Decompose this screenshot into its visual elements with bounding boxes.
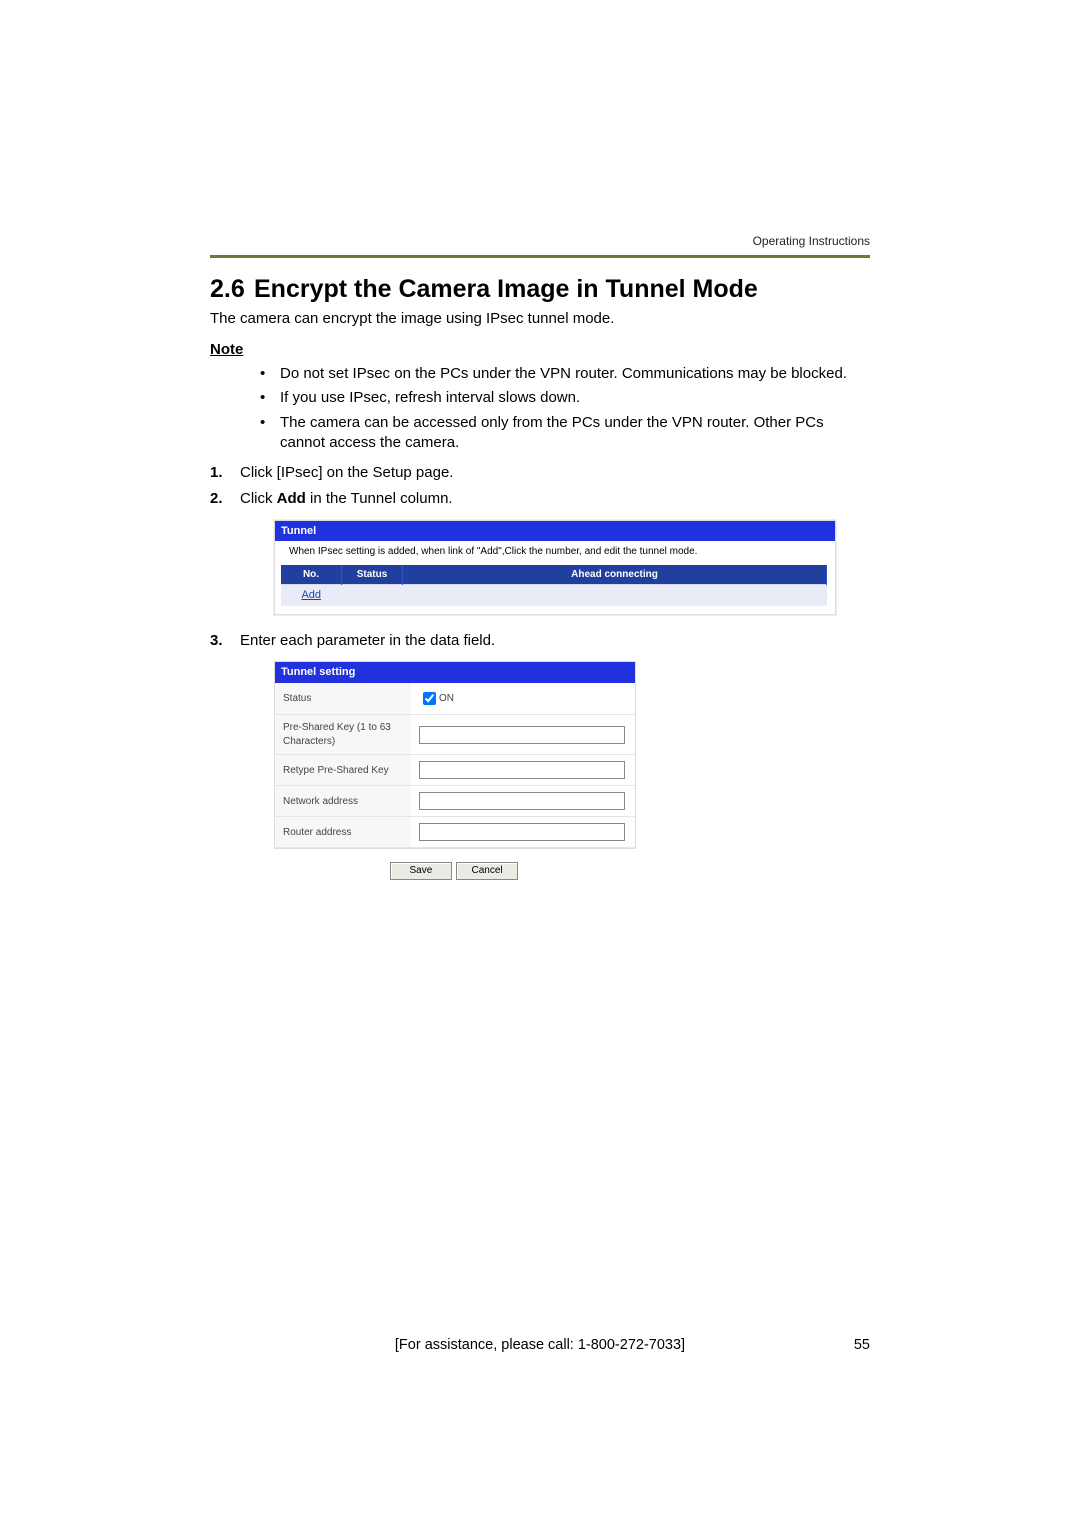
status-on-text: ON xyxy=(439,693,454,704)
tunnel-setting-panel: Tunnel setting Status ON Pre-Shared Key … xyxy=(274,661,636,849)
header-rule xyxy=(210,255,870,258)
page-number: 55 xyxy=(854,1337,870,1353)
tunnel-panel: Tunnel When IPsec setting is added, when… xyxy=(274,520,836,616)
tunnel-panel-header: Tunnel xyxy=(275,521,835,542)
tunnel-add-link[interactable]: Add xyxy=(301,589,321,601)
status-on-checkbox[interactable] xyxy=(423,692,436,705)
step-3: 3. Enter each parameter in the data fiel… xyxy=(210,631,870,880)
psk-input[interactable] xyxy=(419,726,625,744)
retype-psk-input[interactable] xyxy=(419,761,625,779)
row-raddr-value xyxy=(411,817,635,848)
tunnel-col-no: No. xyxy=(281,565,342,585)
tunnel-setting-header: Tunnel setting xyxy=(275,662,635,683)
tunnel-panel-note: When IPsec setting is added, when link o… xyxy=(275,541,835,565)
row-repsk-value xyxy=(411,755,635,786)
row-status-value: ON xyxy=(411,683,635,715)
tunnel-add-cell: Add xyxy=(281,585,342,606)
note-list: Do not set IPsec on the PCs under the VP… xyxy=(260,364,870,453)
row-status-label: Status xyxy=(275,683,411,715)
tunnel-setting-table: Status ON Pre-Shared Key (1 to 63 Charac… xyxy=(275,683,635,848)
row-psk-label: Pre-Shared Key (1 to 63 Characters) xyxy=(275,715,411,755)
row-psk-value xyxy=(411,715,635,755)
note-item: The camera can be accessed only from the… xyxy=(260,413,870,454)
cancel-button[interactable]: Cancel xyxy=(456,862,518,880)
setting-button-bar: Save Cancel xyxy=(274,859,634,880)
step-text-bold: Add xyxy=(277,490,306,507)
document-page: Operating Instructions 2.6Encrypt the Ca… xyxy=(0,0,1080,1528)
section-title: Encrypt the Camera Image in Tunnel Mode xyxy=(254,275,758,303)
step-number: 1. xyxy=(210,463,223,483)
step-number: 3. xyxy=(210,631,223,651)
row-repsk-label: Retype Pre-Shared Key xyxy=(275,755,411,786)
row-raddr-label: Router address xyxy=(275,817,411,848)
section-number: 2.6 xyxy=(210,275,254,304)
step-1: 1. Click [IPsec] on the Setup page. xyxy=(210,463,870,483)
tunnel-ahead-cell xyxy=(403,585,827,606)
network-address-input[interactable] xyxy=(419,792,625,810)
step-text-prefix: Click xyxy=(240,490,277,507)
note-label: Note xyxy=(210,341,870,358)
section-intro: The camera can encrypt the image using I… xyxy=(210,310,870,327)
save-button[interactable]: Save xyxy=(390,862,452,880)
row-netaddr-value xyxy=(411,786,635,817)
tunnel-table: No. Status Ahead connecting Add xyxy=(281,565,827,606)
tunnel-col-ahead: Ahead connecting xyxy=(403,565,827,585)
step-text: Enter each parameter in the data field. xyxy=(240,632,495,649)
footer-assist: [For assistance, please call: 1-800-272-… xyxy=(395,1337,685,1353)
step-2: 2. Click Add in the Tunnel column. Tunne… xyxy=(210,489,870,615)
section-heading: 2.6Encrypt the Camera Image in Tunnel Mo… xyxy=(210,275,870,304)
running-head: Operating Instructions xyxy=(753,234,870,248)
step-text: Click [IPsec] on the Setup page. xyxy=(240,464,453,481)
step-text-suffix: in the Tunnel column. xyxy=(306,490,453,507)
note-item: Do not set IPsec on the PCs under the VP… xyxy=(260,364,870,384)
router-address-input[interactable] xyxy=(419,823,625,841)
step-number: 2. xyxy=(210,489,223,509)
page-footer: [For assistance, please call: 1-800-272-… xyxy=(210,1337,870,1353)
row-netaddr-label: Network address xyxy=(275,786,411,817)
step-list: 1. Click [IPsec] on the Setup page. 2. C… xyxy=(210,463,870,880)
note-item: If you use IPsec, refresh interval slows… xyxy=(260,388,870,408)
tunnel-status-cell xyxy=(342,585,403,606)
tunnel-col-status: Status xyxy=(342,565,403,585)
